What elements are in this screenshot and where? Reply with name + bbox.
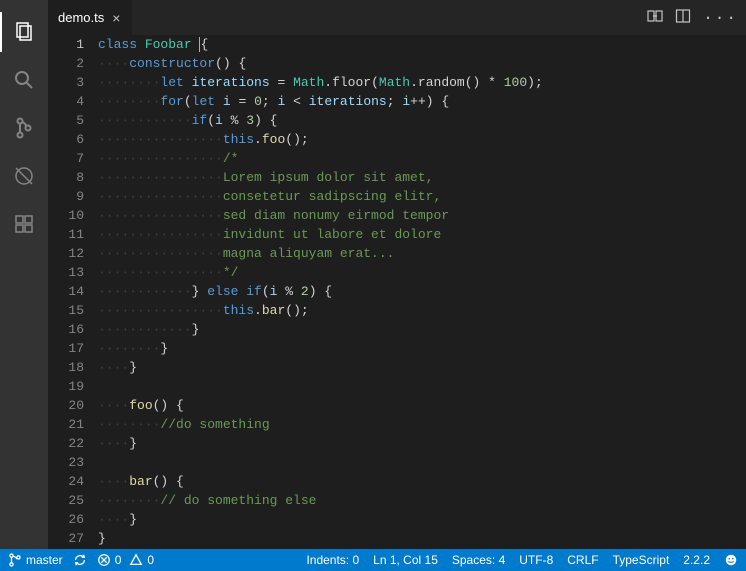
status-problems[interactable]: 0 0 (97, 553, 154, 567)
status-branch[interactable]: master (8, 553, 63, 567)
activity-search-icon[interactable] (0, 56, 48, 104)
activity-bar (0, 0, 48, 549)
editor-pane: demo.ts × ··· 12345678910111213141516171… (48, 0, 746, 549)
status-language[interactable]: TypeScript (613, 553, 670, 567)
more-actions-icon[interactable]: ··· (703, 9, 738, 27)
split-editor-icon[interactable] (675, 8, 691, 28)
activity-scm-icon[interactable] (0, 104, 48, 152)
status-spaces[interactable]: Spaces: 4 (452, 553, 505, 567)
status-position[interactable]: Ln 1, Col 15 (373, 553, 438, 567)
scrollbar[interactable] (732, 35, 746, 549)
status-sync-icon[interactable] (73, 553, 87, 567)
tabs-row: demo.ts × ··· (48, 0, 746, 35)
activity-debug-icon[interactable] (0, 152, 48, 200)
line-number-gutter: 1234567891011121314151617181920212223242… (48, 35, 98, 549)
status-indents[interactable]: Indents: 0 (306, 553, 359, 567)
code-area[interactable]: 1234567891011121314151617181920212223242… (48, 35, 746, 549)
close-icon[interactable]: × (110, 10, 122, 26)
tab-filename: demo.ts (58, 10, 104, 25)
compare-icon[interactable] (647, 8, 663, 28)
activity-explorer-icon[interactable] (0, 8, 48, 56)
status-bar: master 0 0 Indents: 0 Ln 1, Col 15 Space… (0, 549, 746, 571)
activity-extensions-icon[interactable] (0, 200, 48, 248)
status-feedback-icon[interactable] (724, 553, 738, 567)
tab-demo-ts[interactable]: demo.ts × (48, 0, 133, 35)
code-content[interactable]: class Foobar {····constructor() {·······… (98, 35, 732, 549)
status-version[interactable]: 2.2.2 (683, 553, 710, 567)
tabs-actions: ··· (647, 0, 746, 35)
main-area: demo.ts × ··· 12345678910111213141516171… (0, 0, 746, 549)
status-encoding[interactable]: UTF-8 (519, 553, 553, 567)
status-eol[interactable]: CRLF (567, 553, 598, 567)
